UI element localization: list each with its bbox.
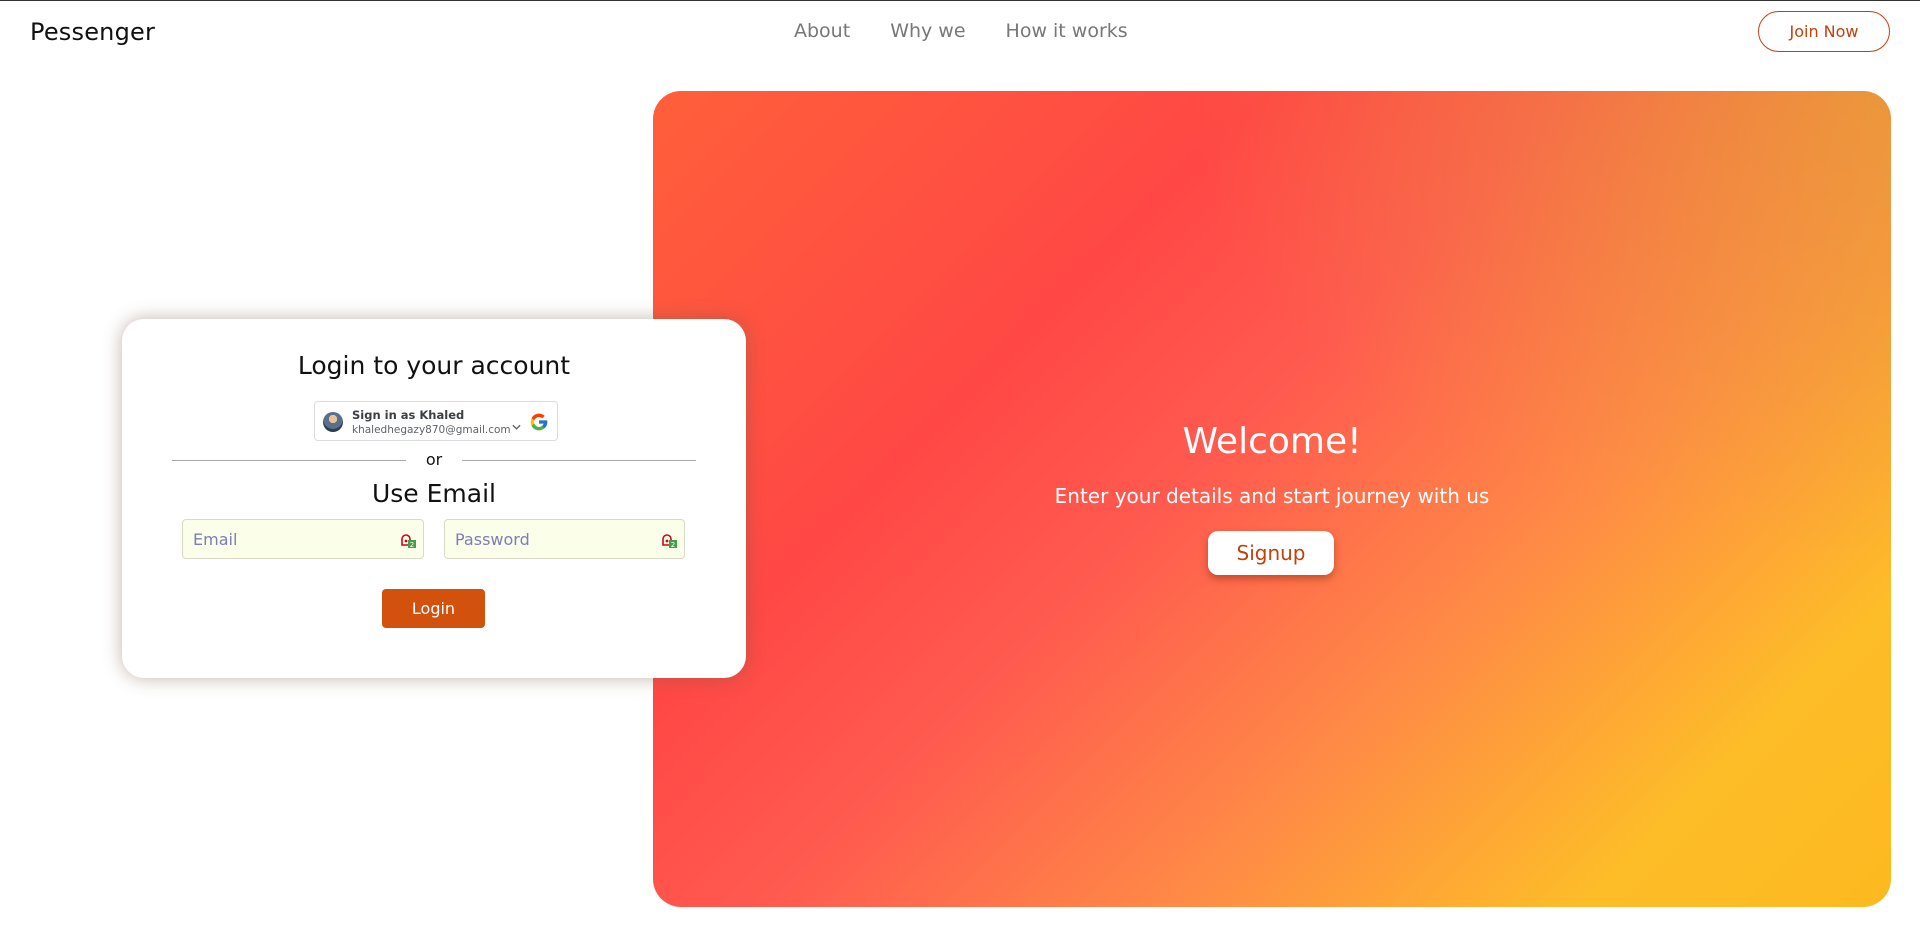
- nav-link-how-it-works[interactable]: How it works: [1006, 20, 1128, 42]
- password-manager-icon[interactable]: 2: [660, 531, 678, 549]
- welcome-subtitle: Enter your details and start journey wit…: [1054, 484, 1490, 508]
- login-card: Login to your account Sign in as Khaled …: [122, 319, 746, 678]
- svg-text:2: 2: [671, 541, 675, 549]
- welcome-panel: Welcome! Enter your details and start jo…: [653, 91, 1891, 907]
- navbar: Pessenger About Why we How it works Join…: [0, 0, 1920, 64]
- login-button[interactable]: Login: [382, 589, 485, 628]
- password-field-wrapper: 2: [444, 519, 685, 559]
- google-account-email: khaledhegazy870@gmail.com: [352, 424, 511, 436]
- email-field[interactable]: [183, 520, 423, 558]
- signup-button[interactable]: Signup: [1208, 531, 1334, 575]
- password-field[interactable]: [445, 520, 684, 558]
- brand-logo[interactable]: Pessenger: [30, 18, 155, 46]
- welcome-title: Welcome!: [1182, 421, 1362, 462]
- google-account-name: Sign in as Khaled: [352, 408, 465, 422]
- email-field-wrapper: 2: [182, 519, 424, 559]
- login-title: Login to your account: [297, 351, 571, 380]
- join-now-button[interactable]: Join Now: [1758, 11, 1890, 52]
- google-logo-icon: [530, 413, 548, 431]
- password-manager-icon[interactable]: 2: [399, 531, 417, 549]
- google-sign-in-button[interactable]: Sign in as Khaled khaledhegazy870@gmail.…: [314, 401, 558, 441]
- svg-text:2: 2: [410, 541, 414, 549]
- use-email-title: Use Email: [371, 479, 496, 508]
- nav-link-about[interactable]: About: [794, 20, 850, 42]
- avatar: [323, 412, 343, 432]
- nav-link-why-we[interactable]: Why we: [890, 20, 965, 42]
- chevron-down-icon: [512, 424, 521, 430]
- divider-right: [462, 460, 696, 461]
- nav-links: About Why we How it works: [794, 20, 1128, 42]
